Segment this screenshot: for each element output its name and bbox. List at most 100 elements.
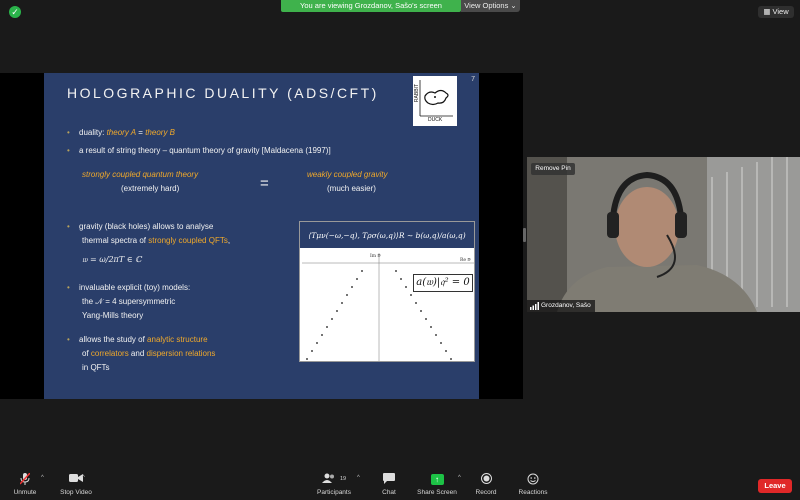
share-screen-button[interactable]: ↑ Share Screen [413,473,461,496]
speaker-video-tile[interactable]: Remove Pin Grozdanov, Sašo [527,157,800,312]
grid-icon: ▦ [763,7,773,16]
pole-point [400,278,402,280]
participants-count: 19 [339,476,347,482]
zoom-window: ✓ You are viewing Grozdanov, Sašo's scre… [0,0,800,500]
im-axis-label: Im 𝔴 [370,253,381,259]
chat-label: Chat [382,489,396,496]
thermal-spectra-text: thermal spectra of [82,236,149,245]
pole-point [311,350,313,352]
audio-options-caret[interactable]: ^ [41,475,44,481]
participants-button[interactable]: 19 Participants [313,473,355,496]
bullet-string-theory: • a result of string theory – quantum th… [67,144,331,158]
reactions-button[interactable]: Reactions [514,473,552,496]
pole-point [415,302,417,304]
pole-point [440,342,442,344]
pole-point [430,326,432,328]
video-options-caret[interactable]: ^ [82,475,85,481]
participants-label: Participants [317,489,351,496]
comma: , [227,236,231,245]
pole-point [425,318,427,320]
view-button[interactable]: ▦ View [758,6,794,18]
gravity-line-1: gravity (black holes) allows to analyse [79,222,214,231]
toy-models-line-2: the 𝒩 = 4 supersymmetric [82,297,176,306]
pole-point [351,286,353,288]
pole-point [316,342,318,344]
toy-models-line-1: invaluable explicit (toy) models: [79,283,191,292]
speaker-video-feed [527,157,800,312]
participants-icon: 19 [313,473,355,486]
pole-point [336,310,338,312]
participant-name-tag: Grozdanov, Sašo [527,300,595,312]
pole-point [326,326,328,328]
bullet-dot: • [67,128,70,137]
duality-label: duality: [79,128,107,137]
equals-sign: = [260,175,269,192]
signal-strength-icon [530,302,539,312]
correlators-text: correlators [90,349,129,358]
smiley-plus-icon [514,473,552,486]
strongly-coupled-qfts-text: strongly coupled QFTs [148,236,228,245]
of-text: of [82,349,91,358]
chat-button[interactable]: Chat [377,473,401,496]
pole-point [306,358,308,360]
bullet-duality: • duality: theory A = theory B [67,126,175,140]
participants-options-caret[interactable]: ^ [357,475,360,481]
pole-point [321,334,323,336]
video-camera-icon [55,473,97,486]
analytic-line-3: in QFTs [82,363,110,372]
pole-condition-formula: a(𝔴)|𝔮² = 0 [413,274,473,292]
logo-duck-text: DUCK [428,117,443,123]
pole-point [361,270,363,272]
leave-button[interactable]: Leave [758,479,792,493]
pole-point [331,318,333,320]
unmute-button[interactable]: Unmute [10,472,40,496]
viewing-banner: You are viewing Grozdanov, Sašo's screen [281,0,461,12]
panel-resize-handle[interactable] [523,228,526,242]
dispersion-relations-text: dispersion relations [146,349,216,358]
record-icon [470,473,502,486]
stop-video-button[interactable]: Stop Video [55,473,97,496]
pole-point [346,294,348,296]
much-easier-text: (much easier) [327,184,376,193]
bullet-dot: • [67,335,70,344]
chat-bubble-icon [377,473,401,486]
pole-point [405,286,407,288]
theory-a-text: theory A [106,128,137,137]
pole-plot: ⟨Tμν(−ω,−q), Tρσ(ω,q)⟩R ∼ b(ω,q)/a(ω,q) … [299,221,475,362]
bullet-dot: • [67,283,70,292]
view-button-label: View [772,7,789,16]
security-shield-icon[interactable]: ✓ [9,6,21,18]
share-screen-label: Share Screen [417,489,457,496]
slide-number: 7 [471,76,475,83]
duality-equals: = [136,128,146,137]
stop-video-label: Stop Video [60,489,92,496]
frequency-formula: 𝔴 = ω/2πT ∈ ℂ [82,255,142,264]
participant-name: Grozdanov, Sašo [541,302,591,309]
strong-coupling-text: strongly coupled quantum theory [82,170,199,179]
record-label: Record [475,489,497,496]
pole-plot-svg: Im 𝔴 Re 𝔴 [302,253,474,361]
bullet-analytic-structure: • allows the study of analytic structure [67,333,208,347]
rabbit-duck-logo: RABBIT DUCK [413,76,457,126]
pole-point [356,278,358,280]
share-options-caret[interactable]: ^ [458,475,461,481]
string-theory-text: a result of string theory – quantum theo… [79,146,331,155]
record-button[interactable]: Record [470,473,502,496]
presentation-slide: 7 HOLOGRAPHIC DUALITY (ADS/CFT) RABBIT D… [44,73,479,399]
toy-models-line-3: Yang-Mills theory [82,311,144,320]
remove-pin-button[interactable]: Remove Pin [531,163,575,175]
and-text: and [128,349,147,358]
muted-microphone-icon [10,472,40,486]
share-screen-icon: ↑ [413,473,461,486]
weak-gravity-text: weakly coupled gravity [307,170,388,179]
pole-point [450,358,452,360]
unmute-label: Unmute [13,489,37,496]
reactions-label: Reactions [518,489,548,496]
extremely-hard-text: (extremely hard) [121,184,180,193]
slide-title: HOLOGRAPHIC DUALITY (ADS/CFT) [67,85,379,101]
pole-point [341,302,343,304]
analytic-structure-text: analytic structure [147,335,208,344]
bullet-toy-models: • invaluable explicit (toy) models: [67,281,191,295]
view-options-button[interactable]: View Options ⌄ [461,0,520,12]
meeting-toolbar: Unmute ^ Stop Video ^ 19 Participants ^ … [0,471,800,500]
